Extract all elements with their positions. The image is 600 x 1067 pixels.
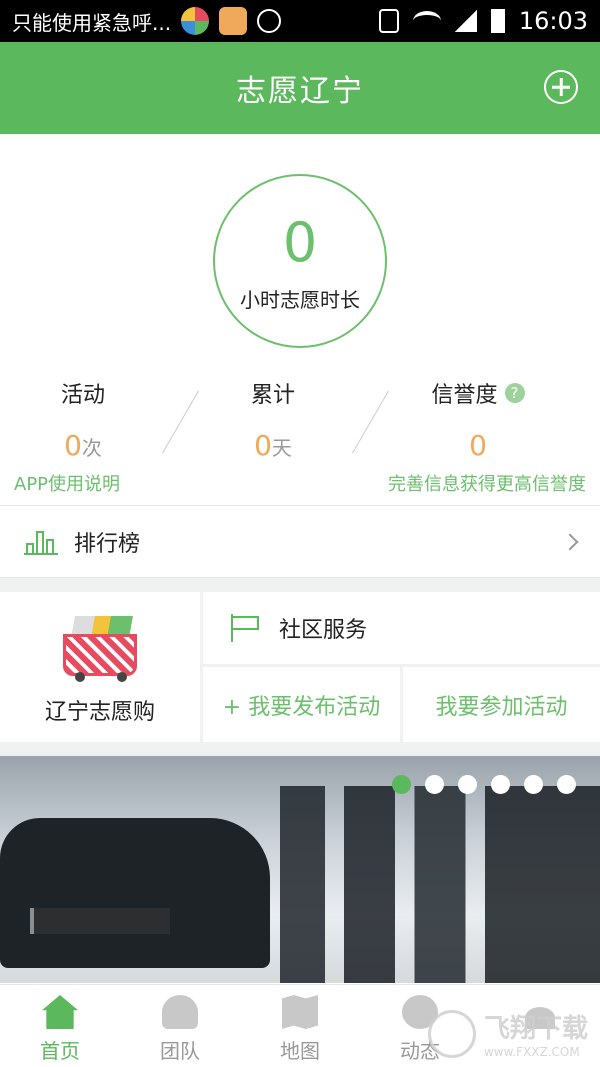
- stat-label: 累计: [250, 383, 295, 408]
- shopping-basket-icon: [55, 610, 145, 682]
- banner-car: [0, 818, 270, 968]
- tab-label: 首页: [40, 1039, 80, 1063]
- community-service-row[interactable]: 社区服务: [203, 592, 600, 664]
- page-title: 志愿辽宁: [236, 74, 364, 109]
- status-time: 16:03: [518, 7, 588, 35]
- stat-value: 0次: [3, 429, 163, 462]
- battery-icon: [490, 9, 505, 33]
- carousel-dot[interactable]: [557, 775, 576, 794]
- community-actions: + 我要发布活动 我要参加活动: [203, 667, 600, 742]
- service-grid: 辽宁志愿购 社区服务 + 我要发布活动 我要参加活动: [0, 592, 600, 742]
- stat-label: 活动: [60, 383, 105, 408]
- tab-home[interactable]: 首页: [0, 985, 120, 1067]
- banner-volunteers: [280, 786, 600, 983]
- signal-icon: [454, 10, 477, 32]
- section-gap: [0, 578, 600, 592]
- stat-label: 信誉度 ?: [398, 377, 558, 409]
- tab-team[interactable]: 团队: [120, 985, 240, 1067]
- join-activity-button[interactable]: 我要参加活动: [403, 667, 600, 742]
- carousel-dot[interactable]: [458, 775, 477, 794]
- carousel-dot[interactable]: [425, 775, 444, 794]
- ranking-label: 排行榜: [74, 531, 141, 557]
- banner-carousel[interactable]: [0, 756, 600, 983]
- map-icon: [282, 995, 318, 1029]
- ranking-row[interactable]: 排行榜: [0, 506, 600, 578]
- tab-map[interactable]: 地图: [240, 985, 360, 1067]
- section-gap: [0, 742, 600, 756]
- hours-label: 小时志愿时长: [240, 288, 360, 312]
- stat-value: 0天: [193, 429, 353, 462]
- face-icon: [257, 9, 282, 33]
- watermark-url: www.FXXZ.COM: [483, 1045, 580, 1059]
- shop-label: 辽宁志愿购: [44, 700, 155, 725]
- carousel-dot[interactable]: [392, 775, 411, 794]
- community-label: 社区服务: [279, 618, 368, 643]
- team-icon: [162, 995, 198, 1029]
- bar-chart-icon: [24, 529, 58, 555]
- status-notification-text: 只能使用紧急呼...: [12, 10, 172, 35]
- watermark-brand: 飞翔下载: [483, 1014, 588, 1044]
- volunteer-summary: 0 小时志愿时长 活动 0次 累计 0天 信誉度 ? 0 APP使用说明 完善信…: [0, 134, 600, 506]
- stat-number: 0: [254, 429, 272, 462]
- carousel-dot[interactable]: [491, 775, 510, 794]
- shop-tile[interactable]: 辽宁志愿购: [0, 592, 200, 742]
- uc-browser-icon: [219, 7, 248, 35]
- app-icon-colorful: [181, 7, 210, 35]
- stat-credit: 信誉度 ? 0: [398, 377, 558, 462]
- watermark: 飞翔下载 www.FXXZ.COM: [427, 1008, 588, 1059]
- credit-tip-link[interactable]: 完善信息获得更高信誉度: [388, 470, 586, 496]
- app-help-link[interactable]: APP使用说明: [14, 470, 120, 496]
- stat-unit: 次: [81, 436, 102, 460]
- stat-activities: 活动 0次: [3, 377, 163, 462]
- divider-slash: [352, 390, 389, 454]
- home-icon: [42, 995, 78, 1029]
- status-bar: 只能使用紧急呼... 16:03: [0, 0, 600, 42]
- carousel-dot[interactable]: [524, 775, 543, 794]
- tab-label: 团队: [160, 1039, 200, 1063]
- chevron-right-icon: [561, 533, 579, 550]
- community-panel: 社区服务 + 我要发布活动 我要参加活动: [203, 592, 600, 742]
- flag-icon: [231, 614, 261, 642]
- app-header: 志愿辽宁: [0, 42, 600, 134]
- watermark-logo-icon: [427, 1009, 476, 1058]
- publish-activity-button[interactable]: + 我要发布活动: [203, 667, 400, 742]
- stat-cumulative: 累计 0天: [193, 377, 353, 462]
- mute-icon: [378, 9, 399, 33]
- tab-label: 地图: [280, 1039, 320, 1063]
- hours-value: 0: [282, 211, 318, 274]
- stat-number: 0: [64, 429, 82, 462]
- wifi-icon: [412, 11, 441, 31]
- help-icon[interactable]: ?: [504, 383, 525, 403]
- credit-label: 信誉度: [431, 383, 498, 408]
- add-circle-icon[interactable]: [544, 70, 578, 104]
- stat-unit: 天: [271, 436, 292, 460]
- stat-value: 0: [469, 429, 487, 462]
- hours-ring: 0 小时志愿时长: [213, 174, 387, 348]
- carousel-dots: [392, 775, 576, 794]
